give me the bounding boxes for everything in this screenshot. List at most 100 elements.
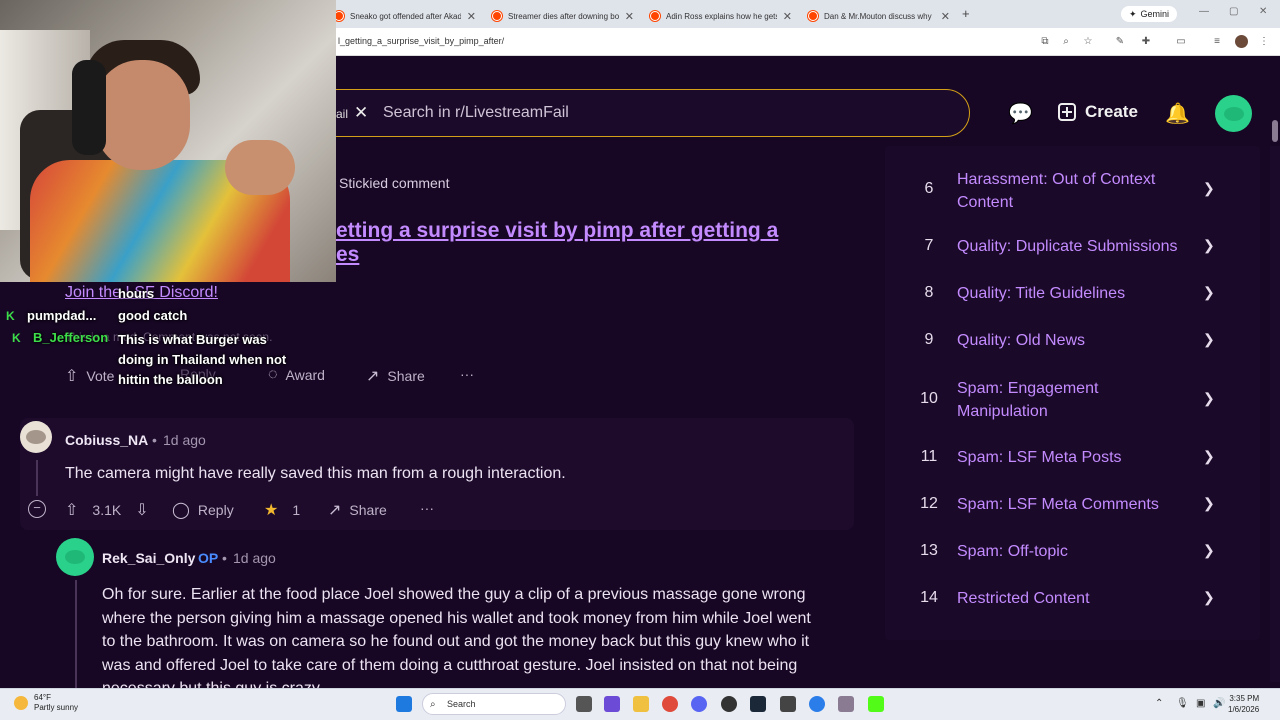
rule-title: Spam: LSF Meta Posts (957, 449, 1122, 466)
comment-username[interactable]: Cobiuss_NA (65, 432, 148, 448)
close-tab-icon[interactable]: ✕ (467, 10, 476, 23)
rule-title: Spam: LSF Meta Comments (957, 496, 1159, 513)
network-icon[interactable]: ▣ (1196, 698, 1205, 709)
chevron-up-icon[interactable]: ⌃ (1155, 698, 1163, 709)
comment-share-button[interactable]: ↗ Share (328, 500, 387, 520)
side-panel-icon[interactable]: ▭ (1175, 36, 1187, 48)
chat-username: B_Jefferson (33, 330, 109, 345)
comment-more-button[interactable]: ··· (420, 500, 434, 516)
copilot-icon[interactable] (604, 696, 620, 712)
create-button[interactable]: Create (1058, 102, 1138, 122)
maximize-icon[interactable]: ▢ (1229, 6, 1238, 17)
share-label: Share (387, 368, 425, 384)
subreddit-chip[interactable]: ail (336, 107, 348, 121)
puzzle-icon[interactable]: ✚ (1140, 36, 1152, 48)
cam-hand (225, 140, 295, 195)
chevron-down-icon[interactable]: ❯ (1203, 331, 1215, 348)
post-title[interactable]: etting a surprise visit by pimp after ge… (336, 219, 836, 267)
cast-icon[interactable]: ⧉ (1039, 36, 1051, 48)
reddit-favicon-icon (650, 11, 660, 21)
reading-list-icon[interactable]: ≡ (1211, 36, 1223, 48)
browser-tab-1[interactable]: Sneako got offended after Akad ✕ (326, 4, 484, 28)
gemini-button[interactable]: ✦ Gemini (1121, 6, 1178, 22)
partly-sunny-icon (14, 696, 28, 710)
chevron-down-icon[interactable]: ❯ (1203, 542, 1215, 559)
close-tab-icon[interactable]: ✕ (941, 10, 950, 23)
taskbar-search[interactable]: Search (422, 693, 566, 715)
close-tab-icon[interactable]: ✕ (783, 10, 792, 23)
file-explorer-icon[interactable] (633, 696, 649, 712)
notifications-bell-icon[interactable]: 🔔 (1165, 101, 1190, 126)
reply-username[interactable]: Rek_Sai_Only (102, 550, 195, 566)
reply-line: to the bathroom. It was on camera so he … (102, 633, 810, 650)
thread-line[interactable] (36, 460, 38, 496)
app-icon[interactable] (780, 696, 796, 712)
zoom-icon[interactable]: ⌕ (1060, 36, 1072, 48)
vote-label[interactable]: Vote (86, 368, 114, 384)
kick-icon[interactable] (868, 696, 884, 712)
minimize-icon[interactable]: — (1199, 6, 1209, 17)
browser-menu-icon[interactable]: ⋮ (1258, 36, 1270, 48)
profile-avatar[interactable] (1235, 35, 1248, 48)
chevron-down-icon[interactable]: ❯ (1203, 495, 1215, 512)
chevron-down-icon[interactable]: ❯ (1203, 237, 1215, 254)
obs-icon[interactable] (721, 696, 737, 712)
chrome-icon[interactable] (662, 696, 678, 712)
volume-icon[interactable]: 🔊 (1213, 698, 1225, 709)
commenter-avatar[interactable] (20, 421, 52, 453)
weather-widget[interactable]: 64°F Partly sunny (14, 693, 78, 713)
browser-tab-4[interactable]: Dan & Mr.Mouton discuss why ✕ (800, 4, 958, 28)
create-label: Create (1085, 102, 1138, 121)
extension-icon[interactable]: ✎ (1114, 36, 1126, 48)
chevron-down-icon[interactable]: ❯ (1203, 180, 1215, 197)
tab-title: Adin Ross explains how he gets (666, 11, 777, 21)
steam-icon[interactable] (750, 696, 766, 712)
start-windows-icon[interactable] (396, 696, 412, 712)
close-tab-icon[interactable]: ✕ (625, 10, 634, 23)
app-icon[interactable] (838, 696, 854, 712)
chevron-down-icon[interactable]: ❯ (1203, 390, 1215, 407)
task-view-icon[interactable] (576, 696, 592, 712)
chat-icon[interactable]: 💬 (1008, 101, 1033, 126)
chat-message: good catch (118, 308, 188, 323)
clock-time: 3:35 PM (1229, 694, 1260, 703)
page-scrollbar[interactable] (1270, 146, 1280, 682)
rule-number: 8 (924, 284, 934, 301)
discord-icon[interactable] (691, 696, 707, 712)
url-text[interactable]: l_getting_a_surprise_visit_by_pimp_after… (338, 36, 504, 46)
chat-username: pumpdad... (27, 308, 97, 323)
thread-line[interactable] (75, 580, 77, 688)
reply-label: Reply (197, 502, 234, 518)
collapse-thread-icon[interactable]: − (28, 500, 46, 518)
upvote-icon[interactable]: ⇧ (65, 500, 78, 520)
post-action-bar: ⇧ Vote (65, 366, 114, 386)
vscode-icon[interactable] (809, 696, 825, 712)
bookmark-star-icon[interactable]: ☆ (1082, 36, 1094, 48)
more-options-button[interactable]: ··· (460, 366, 474, 382)
plus-icon (1058, 103, 1076, 121)
upvote-icon[interactable]: ⇧ (65, 366, 78, 386)
clear-chip-icon[interactable]: ✕ (354, 103, 368, 123)
user-avatar[interactable] (1215, 95, 1252, 132)
kick-badge-icon: K (12, 331, 21, 345)
taskbar-clock[interactable]: 3:35 PM 1/6/2026 (1228, 693, 1259, 715)
comment-time[interactable]: 1d ago (163, 432, 206, 448)
close-window-icon[interactable]: ✕ (1259, 6, 1267, 17)
comment-award[interactable]: ★ 1 (264, 500, 300, 520)
rule-title: Harassment: Out of Context Content (957, 171, 1156, 211)
scrollbar-thumb[interactable] (1272, 120, 1278, 142)
new-tab-button[interactable]: + (962, 6, 970, 21)
tab-title: Sneako got offended after Akad (350, 11, 461, 21)
chevron-down-icon[interactable]: ❯ (1203, 589, 1215, 606)
browser-tab-3[interactable]: Adin Ross explains how he gets ✕ (642, 4, 800, 28)
gemini-sparkle-icon: ✦ (1129, 8, 1137, 19)
reply-time[interactable]: 1d ago (233, 550, 276, 566)
browser-tab-2[interactable]: Streamer dies after downing bo ✕ (484, 4, 642, 28)
reply-button[interactable]: ◯ Reply (172, 500, 234, 520)
chevron-down-icon[interactable]: ❯ (1203, 448, 1215, 465)
op-avatar[interactable] (56, 538, 94, 576)
share-button[interactable]: ↗ Share (366, 366, 425, 386)
downvote-icon[interactable]: ⇩ (135, 500, 148, 520)
chevron-down-icon[interactable]: ❯ (1203, 284, 1215, 301)
microphone-icon[interactable]: 🎙 (1176, 698, 1189, 709)
